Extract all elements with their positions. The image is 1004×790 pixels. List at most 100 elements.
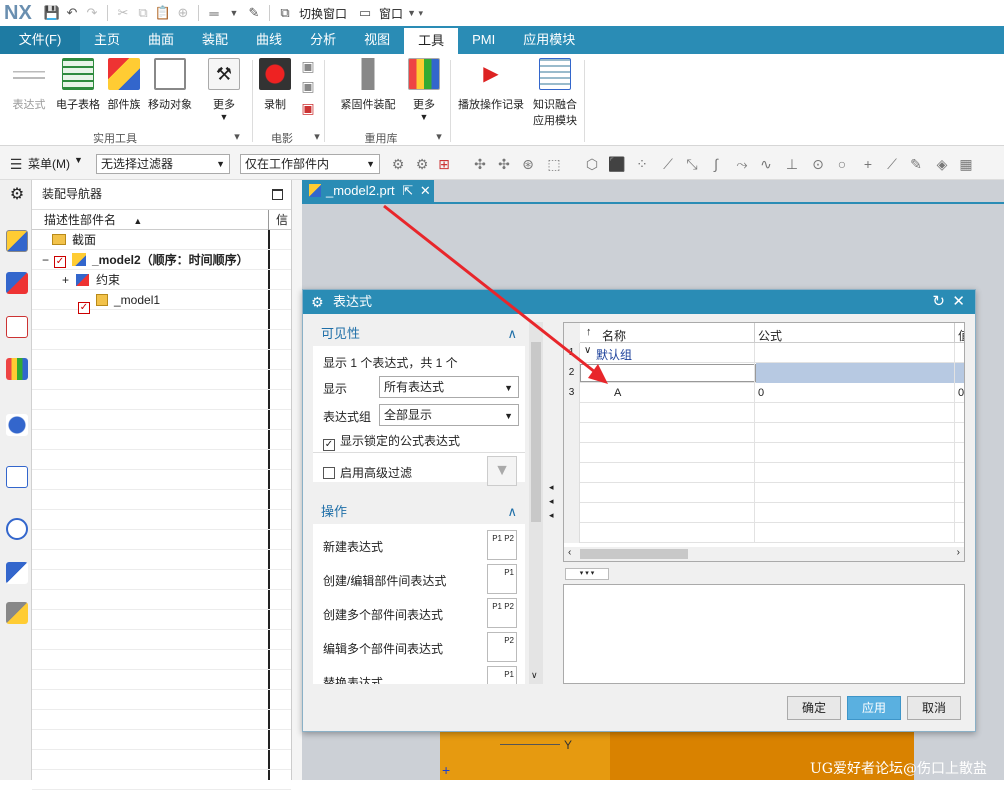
solid-icon[interactable]: ⬡ xyxy=(584,156,600,172)
sort-icon[interactable]: ↑ xyxy=(586,326,592,338)
save-icon[interactable]: 💾 xyxy=(44,5,60,21)
expand-icon[interactable]: + xyxy=(62,270,69,290)
tab-assembly[interactable]: 装配 xyxy=(188,26,242,54)
name-input[interactable] xyxy=(580,364,756,382)
box-select-icon[interactable]: ⬚ xyxy=(546,156,562,172)
external-link-icon[interactable]: ⇱ xyxy=(402,183,413,198)
dropdown-icon[interactable]: ▼ xyxy=(226,5,242,21)
menu-button[interactable]: 菜单(M) xyxy=(28,155,70,172)
quadrant-icon[interactable]: ○ xyxy=(834,156,850,172)
col-value-header[interactable]: 值 xyxy=(958,327,964,344)
body-icon[interactable]: ⬛ xyxy=(608,156,625,172)
more-tools-button[interactable]: ⚒ 更多 ▼ xyxy=(204,58,244,122)
redo-icon[interactable]: ↷ xyxy=(84,5,100,21)
collapse-section-icon[interactable]: ∧ xyxy=(507,322,517,346)
tangent-icon[interactable]: ⊥ xyxy=(784,156,800,172)
group-more-arrow[interactable]: ▾ xyxy=(434,130,444,143)
chevron-down-icon[interactable]: ▼ xyxy=(74,155,83,165)
tab-analysis[interactable]: 分析 xyxy=(296,26,350,54)
formula-cell-selected[interactable] xyxy=(756,363,964,383)
column-info-header[interactable]: 信 xyxy=(276,210,288,230)
snap-icon[interactable]: ✣ xyxy=(472,156,488,172)
column-name-header[interactable]: 描述性部件名 xyxy=(44,213,116,227)
tab-tools[interactable]: 工具 xyxy=(404,28,459,54)
table-row[interactable]: 2 xyxy=(564,363,964,383)
group-more-arrow[interactable]: ▾ xyxy=(312,130,322,143)
chevron-down-icon[interactable]: ∨ xyxy=(531,670,538,681)
filter-icon[interactable]: ▼ xyxy=(487,456,517,486)
ok-button[interactable]: 确定 xyxy=(787,696,841,720)
replace-expression-icon[interactable]: P1 xyxy=(487,666,517,684)
interpart-expression-icon[interactable]: P1 xyxy=(487,564,517,594)
col-name-header[interactable]: 名称 xyxy=(602,327,626,344)
constraint-navigator-icon[interactable] xyxy=(6,272,28,294)
tab-pmi[interactable]: PMI xyxy=(458,26,509,54)
process-studio-icon[interactable] xyxy=(6,562,28,584)
chevron-right-icon[interactable]: › xyxy=(957,547,960,558)
edit-multiple-icon[interactable]: P2 xyxy=(487,632,517,662)
reuse-library-icon[interactable] xyxy=(6,358,28,380)
snap-icon[interactable]: ◈ xyxy=(934,156,950,172)
paste-special-icon[interactable]: ⊕ xyxy=(175,5,191,21)
layer-icon[interactable]: ▦ xyxy=(958,156,974,172)
reset-icon[interactable]: ↻ xyxy=(932,290,945,314)
pause-icon[interactable]: ▣ xyxy=(300,78,316,94)
chevron-down-icon[interactable]: ▼ ▾ xyxy=(407,5,423,21)
checkbox-checked[interactable]: ✓ xyxy=(323,439,335,451)
line-icon[interactable]: ⟋ xyxy=(884,156,900,172)
selection-scope-select[interactable]: 仅在工作部件内 ▼ xyxy=(240,154,380,174)
history-clock-icon[interactable] xyxy=(6,518,28,540)
tree-row-constraints[interactable]: + 约束 xyxy=(32,270,291,290)
chevron-down-icon[interactable]: ∨ xyxy=(584,345,591,356)
show-select[interactable]: 所有表达式 ▼ xyxy=(379,376,519,398)
roles-icon[interactable] xyxy=(6,602,28,624)
expression-formula-cell[interactable]: 0 xyxy=(758,387,764,399)
play-journal-button[interactable]: ▶ 播放操作记录 xyxy=(456,58,526,112)
scrollbar-thumb[interactable] xyxy=(580,549,688,559)
tree-row-model2[interactable]: − ✓ _model2（顺序：时间顺序） xyxy=(32,250,291,270)
left-panel-scrollbar[interactable]: ∨ xyxy=(529,322,543,684)
snapshot-icon[interactable]: ▣ xyxy=(300,100,316,116)
tree-row-section[interactable]: 截面 xyxy=(32,230,291,250)
snap-point-icon[interactable]: ⊞ xyxy=(436,156,452,172)
undo-icon[interactable]: ↶ xyxy=(64,5,80,21)
new-expression-item[interactable]: 新建表达式 xyxy=(323,538,383,555)
switch-window-label[interactable]: 切换窗口 xyxy=(299,5,347,22)
curve-icon[interactable]: ⤳ xyxy=(734,156,750,172)
expression-button[interactable]: 表达式 xyxy=(10,58,48,112)
tab-surface[interactable]: 曲面 xyxy=(134,26,188,54)
record-button[interactable]: 录制 xyxy=(258,58,292,112)
chevron-left-icon[interactable]: ‹ xyxy=(568,547,571,558)
close-icon[interactable]: ✕ xyxy=(420,183,431,198)
table-row[interactable]: 3 A 0 0 xyxy=(564,383,964,403)
scrollbar-thumb[interactable] xyxy=(531,342,541,522)
table-row-group[interactable]: 1 ∨ 默认组 xyxy=(564,343,964,363)
horizontal-scrollbar[interactable]: ‹ › xyxy=(564,547,964,561)
edit-interpart-expression-item[interactable]: 创建/编辑部件间表达式 xyxy=(323,572,446,589)
center-icon[interactable]: ⊙ xyxy=(810,156,826,172)
curve-icon[interactable]: ∫ xyxy=(708,156,724,172)
cancel-button[interactable]: 取消 xyxy=(907,696,961,720)
repeat-command-icon[interactable]: ═ xyxy=(206,5,222,21)
assembly-navigator-icon[interactable] xyxy=(6,230,28,252)
part-navigator-icon[interactable] xyxy=(6,316,28,338)
point-icon[interactable]: ⁘ xyxy=(634,156,650,172)
tab-curve[interactable]: 曲线 xyxy=(242,26,296,54)
apply-button[interactable]: 应用 xyxy=(847,696,901,720)
gear-icon[interactable]: ⚙ xyxy=(6,184,28,206)
sort-ascending-icon[interactable]: ▲ xyxy=(133,216,142,226)
menu-icon[interactable]: ☰ xyxy=(8,156,24,172)
details-toggle[interactable]: ▾ ▾ ▾ xyxy=(565,568,609,580)
touch-mode-icon[interactable]: ✎ xyxy=(246,5,262,21)
pencil-icon[interactable]: ✎ xyxy=(908,156,924,172)
replace-expression-item[interactable]: 替换表达式 xyxy=(323,674,383,684)
checkbox-checked[interactable]: ✓ xyxy=(54,254,71,268)
paste-icon[interactable]: 📋 xyxy=(155,5,171,21)
info-icon[interactable] xyxy=(6,414,28,436)
more-reuse-button[interactable]: 更多 ▼ xyxy=(404,58,444,122)
filter-tool-icon[interactable]: ⚙ xyxy=(414,156,430,172)
tab-file[interactable]: 文件(F) xyxy=(0,26,80,54)
tab-view[interactable]: 视图 xyxy=(350,26,404,54)
knowledge-fusion-button[interactable]: 知识融合 应用模块 xyxy=(530,58,580,128)
snap-icon[interactable]: ⊛ xyxy=(520,156,536,172)
